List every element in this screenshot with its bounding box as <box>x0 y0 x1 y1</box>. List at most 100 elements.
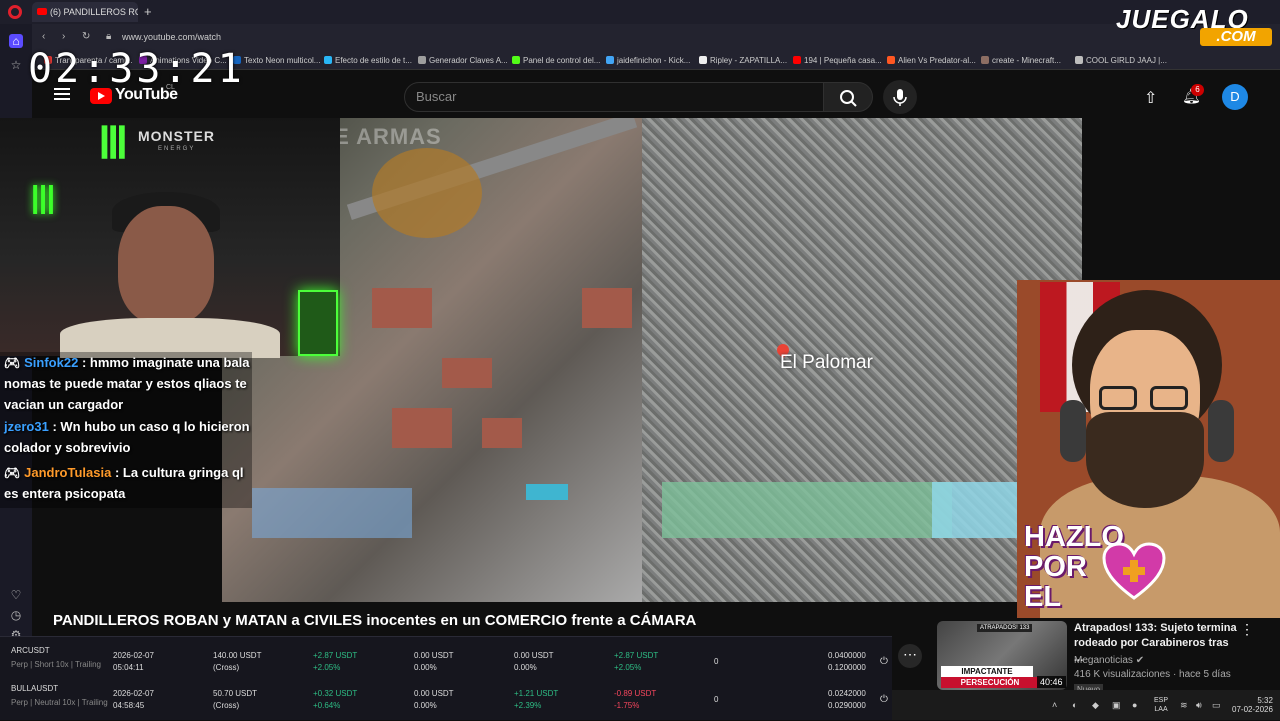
search-input[interactable]: Buscar <box>416 89 456 104</box>
trade-time: 04:58:45 <box>113 701 145 710</box>
clock-date: 07-02-2026 <box>1232 705 1273 714</box>
trade-margin-mode: (Cross) <box>213 701 240 710</box>
more-actions-button[interactable]: ⋯ <box>898 644 922 668</box>
voice-search-button[interactable] <box>883 80 917 114</box>
trading-positions-panel: ARCUSDT Perp | Short 10x | Trailing 2026… <box>0 636 892 720</box>
trade-size: 50.70 USDT <box>213 689 258 698</box>
bookmark-item[interactable]: Efecto de estilo de t... <box>335 56 412 65</box>
chat-username: JandroTulasia <box>24 465 112 480</box>
chat-message: jzero31 : Wn hubo un caso q lo hicieron … <box>4 416 250 458</box>
bookmark-item[interactable]: Texto Neon multicol... <box>244 56 320 65</box>
home-icon[interactable]: ⌂ <box>9 34 23 48</box>
monster-logo-subtext: ENERGY <box>158 146 196 152</box>
back-icon[interactable]: ‹ <box>42 31 45 42</box>
volume-icon[interactable]: 🔊︎ <box>1196 700 1202 711</box>
keyboard-language[interactable]: ESP LAA <box>1154 696 1168 714</box>
monster-can-left-icon: Ⅲ <box>29 179 57 223</box>
new-tab-button[interactable]: + <box>144 4 152 19</box>
clock-time: 5:32 <box>1257 696 1273 705</box>
video-duration: 40:46 <box>1037 676 1066 688</box>
lang-layout: LAA <box>1154 706 1168 713</box>
bookmark-item[interactable]: Panel de control del... <box>523 56 600 65</box>
opera-logo-icon[interactable] <box>8 5 22 19</box>
tray-app-icon[interactable]: ◐ <box>1072 700 1077 710</box>
tab-youtube[interactable]: (6) PANDILLEROS ROB <box>32 2 138 22</box>
trade-value-pct: 0.00% <box>414 663 437 672</box>
bookmark-item[interactable]: 194 | Pequeña casa... <box>804 56 882 65</box>
bookmark-item[interactable]: jaidefinichon - Kick... <box>617 56 690 65</box>
trade-pnl-pct: +2.05% <box>313 663 341 672</box>
heart-icon <box>1102 542 1166 600</box>
bookmark-item[interactable]: Generador Claves A... <box>429 56 508 65</box>
trade-margin-mode: (Cross) <box>213 663 240 672</box>
bookmark-item[interactable]: Ripley - ZAPATILLA... <box>710 56 787 65</box>
bookmark-icon <box>981 56 989 64</box>
wifi-icon[interactable]: ≋ <box>1180 700 1188 711</box>
youtube-tab-icon <box>37 8 47 15</box>
trade-type: Perp | Neutral 10x | Trailing <box>11 698 108 707</box>
monster-can-right-icon <box>298 290 338 356</box>
trade-value: +2.87 USDT <box>614 651 659 660</box>
chat-overlay: 🎮︎ Sinfok22 : hmmo imaginate una bala no… <box>0 352 252 512</box>
video-glitch-band <box>932 482 1022 538</box>
url-field[interactable]: www.youtube.com/watch <box>122 32 221 42</box>
trade-value: +1.21 USDT <box>514 689 559 698</box>
bookmark-icon <box>418 56 426 64</box>
search-button[interactable] <box>823 82 873 112</box>
forward-icon[interactable]: › <box>62 31 65 42</box>
lang-code: ESP <box>1154 697 1169 704</box>
windows-taskbar <box>892 690 1280 720</box>
trade-pnl: +0.32 USDT <box>313 689 358 698</box>
table-row[interactable]: BULLAUSDT Perp | Neutral 10x | Trailing … <box>0 683 892 721</box>
channel-name-text: Meganoticias <box>1074 655 1133 666</box>
trade-type: Perp | Short 10x | Trailing <box>11 660 101 669</box>
tray-app-icon[interactable]: ◆ <box>1092 700 1099 711</box>
pin-icon[interactable]: ☆ <box>9 58 23 72</box>
heart-icon[interactable]: ♡ <box>9 588 23 602</box>
map-location-label: El Palomar <box>780 352 873 373</box>
table-row[interactable]: ARCUSDT Perp | Short 10x | Trailing 2026… <box>0 645 892 683</box>
battery-icon[interactable]: ▭ <box>1212 700 1221 711</box>
search-box[interactable] <box>404 82 824 112</box>
trade-value: -0.89 USDT <box>614 689 657 698</box>
system-clock[interactable]: 5:32 07-02-2026 <box>1232 696 1273 714</box>
trade-price: 0.0290000 <box>828 701 866 710</box>
bookmark-item[interactable]: create - Minecraft... <box>992 56 1061 65</box>
bookmark-item[interactable]: Alien Vs Predator-al... <box>898 56 976 65</box>
kebab-menu-icon[interactable]: ⋮ <box>1240 621 1254 638</box>
bookmark-icon <box>1075 56 1083 64</box>
recommended-video-meta: 416 K visualizaciones · hace 5 días <box>1074 669 1231 680</box>
trade-value-pct: 0.00% <box>414 701 437 710</box>
microphone-icon[interactable]: ● <box>1132 700 1137 710</box>
notification-count-badge: 6 <box>1191 84 1204 96</box>
headphones-icon <box>1208 400 1234 462</box>
browser-tabbar <box>0 0 1280 24</box>
trade-pnl: +2.87 USDT <box>313 651 358 660</box>
chevron-up-icon[interactable]: ˄ <box>1052 700 1057 710</box>
bookmark-icon <box>324 56 332 64</box>
bookmark-icon <box>512 56 520 64</box>
power-icon[interactable]: ⏻ <box>880 694 888 706</box>
chat-message: 🎮︎ Sinfok22 : hmmo imaginate una bala no… <box>4 352 250 415</box>
avatar[interactable]: D <box>1222 84 1248 110</box>
trade-symbol: ARCUSDT <box>11 646 50 655</box>
video-glitch-band <box>662 482 952 538</box>
bookmark-icon <box>699 56 707 64</box>
trade-size: 140.00 USDT <box>213 651 262 660</box>
trade-qty: 0 <box>714 657 719 666</box>
reload-icon[interactable]: ↻ <box>82 31 90 42</box>
trade-value: 0.00 USDT <box>514 651 554 660</box>
thumbnail-label: PERSECUCIÓN POLICIAL <box>941 677 1039 698</box>
power-icon[interactable]: ⏻ <box>880 656 888 668</box>
upload-icon[interactable]: ⇧ <box>1144 88 1157 108</box>
thumbnail-label: IMPACTANTE <box>941 666 1033 677</box>
recommended-channel-name[interactable]: Meganoticias ✔ <box>1074 655 1144 666</box>
tray-app-icon[interactable]: ▣ <box>1112 700 1121 711</box>
trade-value-pct: 0.00% <box>514 663 537 672</box>
avatar-glasses <box>1150 386 1188 410</box>
history-icon[interactable]: ◷ <box>9 608 23 622</box>
bookmark-item[interactable]: COOL GIRLD JAAJ |... <box>1086 56 1167 65</box>
trade-qty: 0 <box>714 695 719 704</box>
video-player[interactable]: El Palomar MUNDO DE ARMAS <box>222 118 1082 602</box>
lock-icon: 🔒︎ <box>106 31 112 42</box>
